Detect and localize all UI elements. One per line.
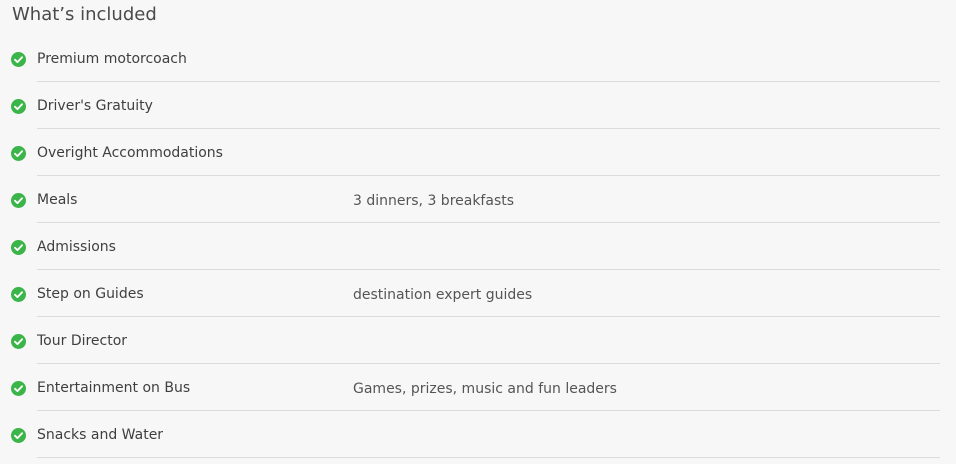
item-label: Tour Director <box>37 333 128 349</box>
list-item: Admissions <box>0 223 956 270</box>
item-label: Entertainment on Bus <box>37 380 191 396</box>
included-list: Premium motorcoach Driver's Gratuity Ove… <box>0 35 956 458</box>
item-label: Premium motorcoach <box>37 51 187 67</box>
item-label: Step on Guides <box>37 286 144 302</box>
list-item: Meals 3 dinners, 3 breakfasts <box>0 176 956 223</box>
check-circle-icon <box>11 287 26 302</box>
check-circle-icon <box>11 99 26 114</box>
check-circle-icon <box>11 193 26 208</box>
item-detail: Games, prizes, music and fun leaders <box>353 381 617 397</box>
list-item: Driver's Gratuity <box>0 82 956 129</box>
check-circle-icon <box>11 428 26 443</box>
check-circle-icon <box>11 146 26 161</box>
divider <box>37 457 940 458</box>
item-label: Meals <box>37 192 78 208</box>
list-item: Overight Accommodations <box>0 129 956 176</box>
item-label: Overight Accommodations <box>37 145 223 161</box>
item-label: Driver's Gratuity <box>37 98 153 114</box>
list-item: Premium motorcoach <box>0 35 956 82</box>
section-title: What’s included <box>12 4 157 25</box>
item-detail: 3 dinners, 3 breakfasts <box>353 193 515 209</box>
item-detail: destination expert guides <box>353 287 533 303</box>
list-item: Step on Guides destination expert guides <box>0 270 956 317</box>
check-circle-icon <box>11 381 26 396</box>
check-circle-icon <box>11 240 26 255</box>
check-circle-icon <box>11 334 26 349</box>
item-label: Admissions <box>37 239 116 255</box>
check-circle-icon <box>11 52 26 67</box>
list-item: Snacks and Water <box>0 411 956 458</box>
list-item: Entertainment on Bus Games, prizes, musi… <box>0 364 956 411</box>
item-label: Snacks and Water <box>37 427 164 443</box>
list-item: Tour Director <box>0 317 956 364</box>
